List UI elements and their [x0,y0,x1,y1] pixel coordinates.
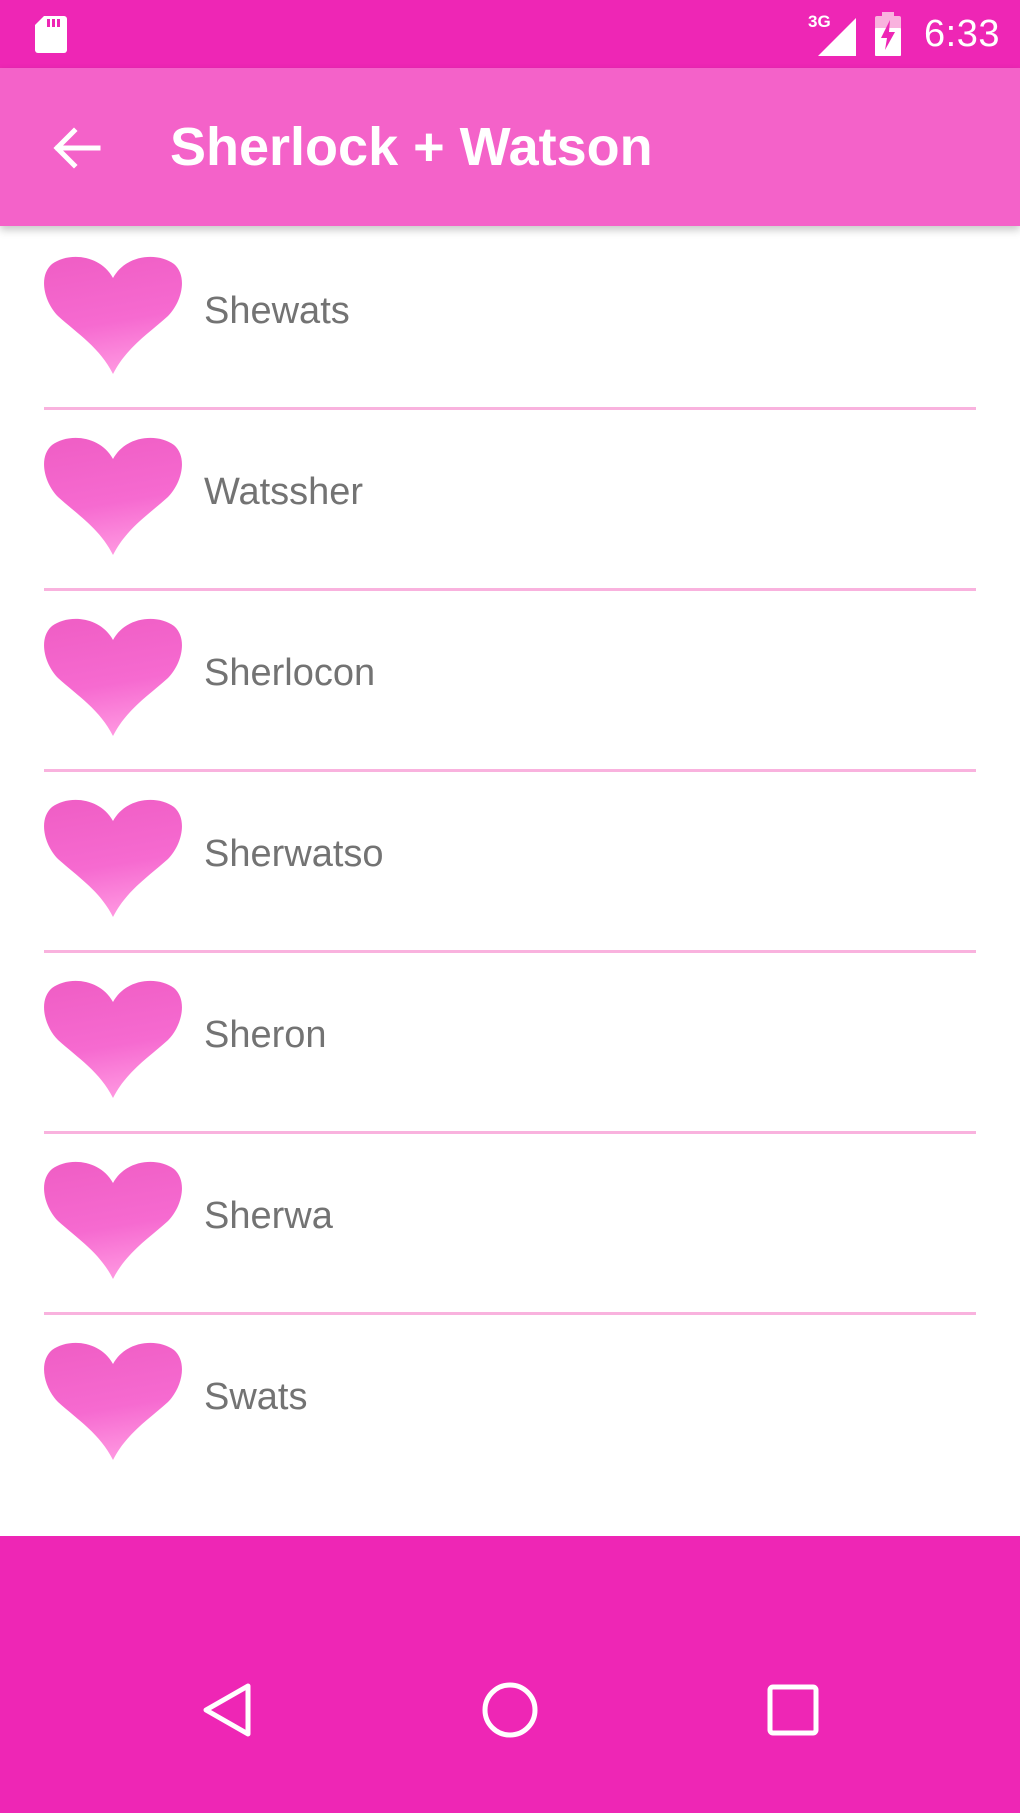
status-icons: 3G 6:33 [808,0,1000,68]
cell-signal-icon: 3G [808,12,860,56]
heart-icon [44,618,182,736]
nav-home-button[interactable] [465,1665,555,1755]
status-bar: 3G 6:33 [0,0,1020,68]
list-item-label: Sherwatso [204,833,384,875]
heart-icon [44,1342,182,1460]
app-screen: 3G 6:33 Sherlock + Watson Shewats Watssh… [0,0,1020,1813]
clock: 6:33 [924,12,1000,55]
list-item[interactable]: Sheron [0,904,1020,1134]
list-item-label: Sherlocon [204,652,376,694]
battery-charging-icon [875,12,902,56]
heart-icon [44,256,182,374]
recents-square-icon [767,1684,819,1736]
home-circle-icon [482,1682,538,1738]
page-title: Sherlock + Watson [170,117,653,177]
list-item-label: Sheron [204,1014,327,1056]
list-item[interactable]: Swats [0,1266,1020,1460]
nav-recents-button[interactable] [748,1665,838,1755]
network-type-label: 3G [808,12,831,31]
arrow-back-icon [53,127,101,169]
list-item[interactable]: Watssher [0,361,1020,591]
back-triangle-icon [203,1683,251,1737]
list-item[interactable]: Sherlocon [0,542,1020,772]
list-item-label: Swats [204,1376,308,1418]
list-item[interactable]: Shewats [0,226,1020,410]
app-bar: Sherlock + Watson [0,68,1020,226]
heart-icon [44,437,182,555]
list-item[interactable]: Sherwa [0,1085,1020,1315]
heart-icon [44,1161,182,1279]
names-list: Shewats Watssher Sherlocon Sherwatso She… [0,226,1020,1536]
list-item-label: Watssher [204,471,364,513]
list-item-label: Shewats [204,290,350,332]
back-button[interactable] [40,112,112,184]
heart-icon [44,980,182,1098]
sd-card-icon [35,16,67,53]
heart-icon [44,799,182,917]
nav-back-button[interactable] [183,1665,273,1755]
list-item[interactable]: Sherwatso [0,723,1020,953]
list-item-label: Sherwa [204,1195,333,1237]
